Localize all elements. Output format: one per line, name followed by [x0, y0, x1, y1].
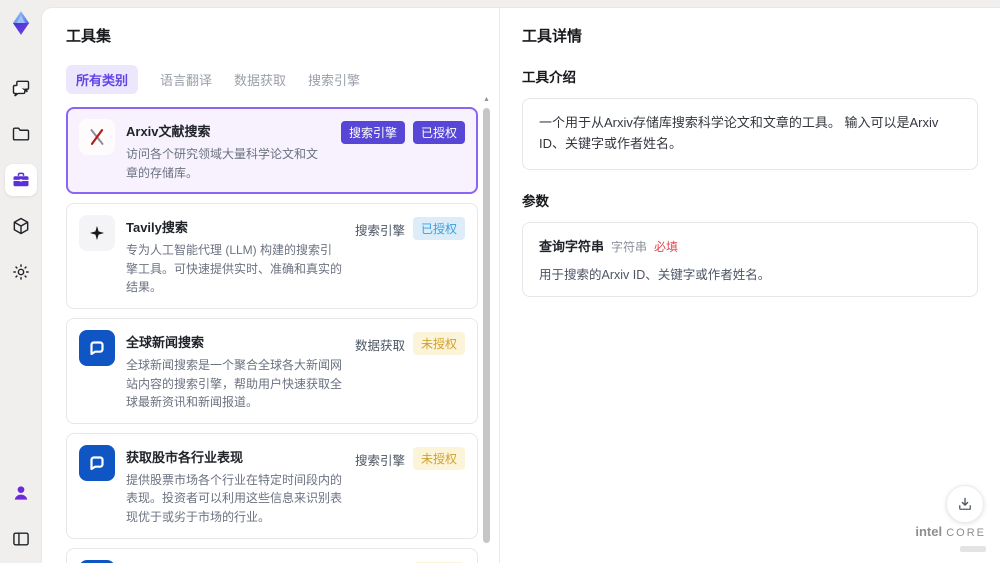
folder-icon [11, 124, 31, 144]
gear-icon [11, 262, 31, 282]
brand-subtext [960, 546, 986, 553]
param-required-flag: 必填 [654, 239, 679, 254]
scroll-up-arrow-icon[interactable]: ▲ [483, 96, 490, 104]
brand-core: CORE [946, 527, 986, 540]
tab-search-engine[interactable]: 搜索引擎 [308, 70, 360, 89]
panel-toggle-icon [11, 529, 31, 549]
sidebar-item-packages[interactable] [5, 210, 37, 242]
category-label: 搜索引擎 [354, 224, 405, 239]
news-app-icon [79, 444, 115, 481]
sidebar-item-profile[interactable] [5, 477, 37, 509]
tab-language-translation[interactable]: 语言翻译 [160, 70, 212, 89]
download-button[interactable] [946, 485, 984, 523]
tool-card-active-stocks[interactable]: 获取市场最活跃股票信息 提供当天交易量最高的股票列表，投资者可以利用这些信息来识… [66, 547, 478, 563]
app-logo-icon [8, 10, 34, 36]
param-name: 查询字符串 [539, 238, 605, 254]
auth-status-badge: 未授权 [412, 331, 465, 355]
chat-icon [11, 78, 31, 98]
arxiv-logo-icon [79, 119, 115, 155]
tool-description: 全球新闻搜索是一个聚合全球各大新闻网站内容的搜索引擎，帮助用户快速获取全球最新资… [126, 357, 343, 410]
tool-name: Tavily搜索 [126, 220, 188, 236]
brand-intel: intel [915, 524, 943, 540]
tavily-star-icon [79, 215, 115, 252]
tool-card-stock-sectors[interactable]: 获取股市各行业表现 提供股票市场各个行业在特定时间段内的表现。投资者可以利用这些… [66, 432, 478, 539]
list-scrollbar[interactable]: ▲ [483, 96, 490, 559]
parameter-item: 查询字符串 字符串 必填 用于搜索的Arxiv ID、关键字或作者姓名。 [522, 221, 978, 297]
package-icon [11, 216, 31, 236]
detail-title: 工具详情 [522, 28, 583, 45]
params-heading: 参数 [522, 193, 549, 209]
sidebar-item-tools[interactable] [5, 164, 37, 196]
category-badge: 搜索引擎 [340, 121, 405, 144]
tool-description: 访问各个研究领域大量科学论文和文章的存储库。 [126, 147, 319, 180]
tool-card-list: Arxiv文献搜索 访问各个研究领域大量科学论文和文章的存储库。 搜索引擎 已授… [66, 107, 478, 563]
scrollbar-thumb[interactable] [483, 108, 490, 543]
auth-status-badge: 已授权 [412, 217, 465, 241]
auth-status-badge: 未授权 [412, 446, 465, 470]
intel-core-logo: intel CORE [915, 524, 986, 557]
download-icon [956, 495, 974, 513]
category-label: 数据获取 [354, 338, 405, 353]
tool-name: 全球新闻搜索 [126, 334, 205, 350]
tool-intro-text: 一个用于从Arxiv存储库搜索科学论文和文章的工具。 输入可以是Arxiv ID… [522, 98, 978, 170]
sidebar-item-settings[interactable] [5, 256, 37, 288]
tool-card-tavily[interactable]: Tavily搜索 专为人工智能代理 (LLM) 构建的搜索引擎工具。可快速提供实… [66, 203, 478, 309]
tool-name: 获取股市各行业表现 [126, 449, 244, 465]
intro-heading: 工具介绍 [522, 70, 576, 85]
news-app-icon [79, 329, 115, 366]
tool-card-arxiv[interactable]: Arxiv文献搜索 访问各个研究领域大量科学论文和文章的存储库。 搜索引擎 已授… [66, 107, 478, 195]
collapse-sidebar-button[interactable] [5, 523, 37, 555]
tab-all-categories[interactable]: 所有类别 [66, 65, 139, 94]
news-app-icon [79, 559, 115, 563]
tool-card-global-news[interactable]: 全球新闻搜索 全球新闻搜索是一个聚合全球各大新闻网站内容的搜索引擎，帮助用户快速… [66, 317, 478, 424]
tool-detail-pane: 工具详情 工具介绍 一个用于从Arxiv存储库搜索科学论文和文章的工具。 输入可… [500, 8, 1000, 563]
sidebar-item-files[interactable] [5, 118, 37, 150]
tool-name: Arxiv文献搜索 [126, 124, 211, 139]
param-description: 用于搜索的Arxiv ID、关键字或作者姓名。 [539, 267, 771, 282]
main-content: 工具集 所有类别 语言翻译 数据获取 搜索引擎 Arxiv文献搜索 访问各个研究… [42, 8, 1000, 563]
toolbox-icon [11, 170, 31, 190]
category-label: 搜索引擎 [354, 453, 405, 468]
sidebar-item-chat[interactable] [5, 72, 37, 104]
category-tabs: 所有类别 语言翻译 数据获取 搜索引擎 [66, 65, 475, 94]
left-rail [0, 0, 42, 563]
tab-data-fetching[interactable]: 数据获取 [234, 70, 286, 89]
tool-description: 提供股票市场各个行业在特定时间段内的表现。投资者可以利用这些信息来识别表现优于或… [126, 472, 343, 524]
auth-status-badge: 已授权 [412, 121, 465, 144]
tool-list-pane: 工具集 所有类别 语言翻译 数据获取 搜索引擎 Arxiv文献搜索 访问各个研究… [42, 8, 500, 563]
param-type: 字符串 [611, 239, 648, 254]
page-title: 工具集 [66, 28, 112, 45]
user-icon [11, 483, 31, 503]
tool-description: 专为人工智能代理 (LLM) 构建的搜索引擎工具。可快速提供实时、准确和真实的结… [126, 243, 343, 295]
